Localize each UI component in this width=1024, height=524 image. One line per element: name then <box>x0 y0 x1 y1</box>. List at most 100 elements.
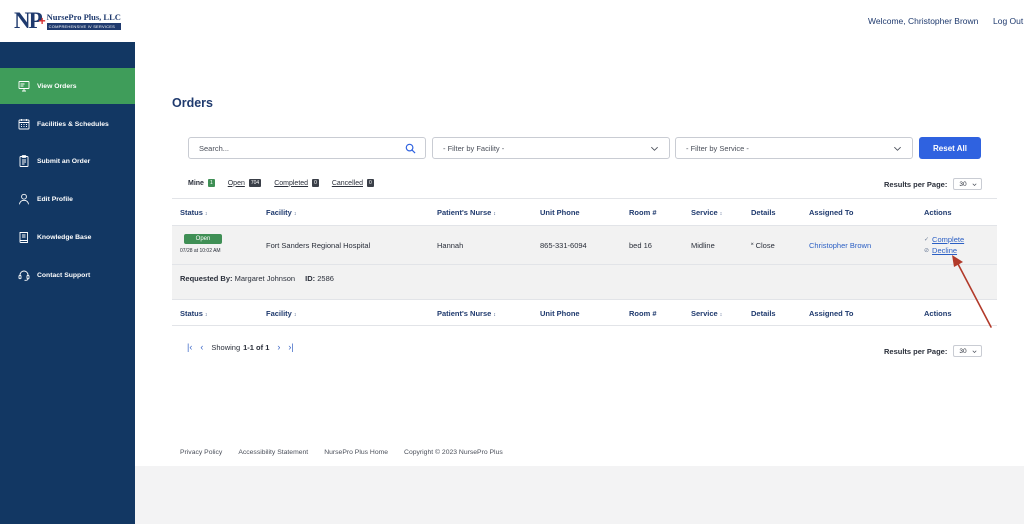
results-per-page-top: Results per Page: 30 <box>884 178 983 190</box>
tab-completed[interactable]: Completed 0 <box>274 179 319 187</box>
column-header-service[interactable]: Service ↕ <box>691 309 722 318</box>
tab-label: Completed <box>274 179 309 187</box>
column-header-unit-phone: Unit Phone <box>540 309 580 318</box>
results-per-page-value: 30 <box>959 180 967 188</box>
tab-label: Cancelled <box>331 179 363 187</box>
headset-icon <box>18 269 30 281</box>
complete-link[interactable]: Complete <box>932 235 964 244</box>
sort-icon: ↕ <box>293 211 297 217</box>
column-header-facility[interactable]: Facility ↕ <box>266 309 296 318</box>
facility-filter-select[interactable]: - Filter by Facility - <box>432 137 670 159</box>
count-badge: 1 <box>207 179 215 187</box>
logo-initials: NP <box>14 8 43 33</box>
next-page-button[interactable]: › <box>277 342 280 352</box>
table-row <box>172 226 997 299</box>
tab-mine[interactable]: Mine 1 <box>188 179 215 187</box>
column-header-facility[interactable]: Facility ↕ <box>266 208 296 217</box>
sort-icon: ↕ <box>493 211 496 217</box>
sidebar-item-label: Contact Support <box>37 271 91 279</box>
prev-page-button[interactable]: ‹ <box>200 342 203 352</box>
tab-open[interactable]: Open 704 <box>227 179 262 187</box>
column-header-nurse[interactable]: Patient's Nurse ↕ <box>437 309 496 318</box>
pagination: |‹ ‹ Showing 1-1 of 1 › ›| <box>187 342 294 352</box>
reset-all-button[interactable]: Reset All <box>919 137 981 159</box>
column-header-status[interactable]: Status ↕ <box>180 309 207 318</box>
logo[interactable]: NP + NursePro Plus, LLC COMPREHENSIVE IV… <box>14 9 121 32</box>
phone-cell: 865-331-6094 <box>540 241 587 250</box>
chevron-down-icon <box>972 350 977 353</box>
logo-text: NursePro Plus, LLC COMPREHENSIVE IV SERV… <box>46 12 121 30</box>
results-per-page-bottom: Results per Page: 30 <box>884 345 983 357</box>
column-header-status[interactable]: Status ↕ <box>180 208 207 217</box>
status-timestamp: 07/28 at 10:02 AM <box>180 248 221 254</box>
results-per-page-label: Results per Page: <box>884 346 948 356</box>
search-box[interactable] <box>188 137 426 159</box>
logout-link[interactable]: Log Out <box>993 16 1023 26</box>
sidebar-item-label: Facilities & Schedules <box>37 120 109 128</box>
chevron-down-icon <box>894 146 901 151</box>
results-per-page-select[interactable]: 30 <box>953 345 983 357</box>
footer-links: Privacy Policy Accessibility Statement N… <box>180 449 519 456</box>
assigned-to-cell: Christopher Brown <box>809 241 871 250</box>
book-icon <box>18 231 30 243</box>
requested-by-label: Requested By: <box>180 274 233 283</box>
first-page-button[interactable]: |‹ <box>187 342 192 352</box>
sort-icon: ↕ <box>204 211 208 217</box>
chevron-down-icon <box>972 183 977 186</box>
sidebar-item-contact-support[interactable]: Contact Support <box>0 257 135 293</box>
room-cell: bed 16 <box>629 241 652 250</box>
column-header-nurse[interactable]: Patient's Nurse ↕ <box>437 208 496 217</box>
logo-subtitle: COMPREHENSIVE IV SERVICES <box>46 22 121 30</box>
sort-icon: ↕ <box>493 312 496 318</box>
column-header-unit-phone: Unit Phone <box>540 208 580 217</box>
column-label: Facility <box>266 208 292 217</box>
count-badge: 0 <box>366 179 374 187</box>
sidebar-item-view-orders[interactable]: View Orders <box>0 68 135 104</box>
sort-icon: ↕ <box>719 312 723 318</box>
home-link[interactable]: NursePro Plus Home <box>324 449 388 456</box>
decline-icon: ⊘ <box>924 248 930 254</box>
privacy-policy-link[interactable]: Privacy Policy <box>180 449 222 456</box>
logo-plus-icon: + <box>38 14 46 28</box>
column-label: Status <box>180 208 203 217</box>
calendar-icon <box>18 118 30 130</box>
check-icon: ✓ <box>924 237 930 243</box>
column-header-assigned: Assigned To <box>809 309 854 318</box>
tab-cancelled[interactable]: Cancelled 0 <box>332 179 374 187</box>
sidebar-item-edit-profile[interactable]: Edit Profile <box>0 181 135 217</box>
divider <box>172 225 997 226</box>
column-header-details: Details <box>751 309 776 318</box>
sidebar-item-knowledge-base[interactable]: Knowledge Base <box>0 219 135 255</box>
sidebar-item-submit-order[interactable]: Submit an Order <box>0 143 135 179</box>
clipboard-icon <box>18 155 30 167</box>
column-header-room: Room # <box>629 309 657 318</box>
column-header-service[interactable]: Service ↕ <box>691 208 722 217</box>
sidebar: View Orders Facilities & Schedules Submi… <box>0 42 135 524</box>
decline-action: ⊘ Decline <box>924 246 957 255</box>
column-header-room: Room # <box>629 208 657 217</box>
search-input[interactable] <box>189 138 389 158</box>
sidebar-item-facilities[interactable]: Facilities & Schedules <box>0 106 135 142</box>
results-per-page-select[interactable]: 30 <box>953 178 983 190</box>
requested-by-value: Margaret Johnson <box>234 274 296 283</box>
accessibility-link[interactable]: Accessibility Statement <box>238 449 308 456</box>
column-label: Service <box>691 208 718 217</box>
complete-action: ✓ Complete <box>924 235 964 244</box>
sidebar-item-label: Edit Profile <box>37 195 73 203</box>
search-icon[interactable] <box>405 143 416 154</box>
tab-label: Open <box>227 179 245 187</box>
close-details-toggle[interactable]: ˟ Close <box>751 241 775 250</box>
decline-link[interactable]: Decline <box>932 246 957 255</box>
count-badge: 0 <box>312 179 319 187</box>
footer-band <box>135 466 1024 524</box>
logo-mark: NP + <box>14 8 46 33</box>
column-header-actions: Actions <box>924 208 952 217</box>
column-label: Patient's Nurse <box>437 309 492 318</box>
service-filter-select[interactable]: - Filter by Service - <box>675 137 913 159</box>
copyright-text: Copyright © 2023 NursePro Plus <box>404 449 503 456</box>
assigned-user-link[interactable]: Christopher Brown <box>809 241 871 250</box>
id-label: ID: <box>305 274 316 283</box>
id-value: 2586 <box>317 274 334 283</box>
nurse-cell: Hannah <box>437 241 464 250</box>
last-page-button[interactable]: ›| <box>288 342 293 352</box>
